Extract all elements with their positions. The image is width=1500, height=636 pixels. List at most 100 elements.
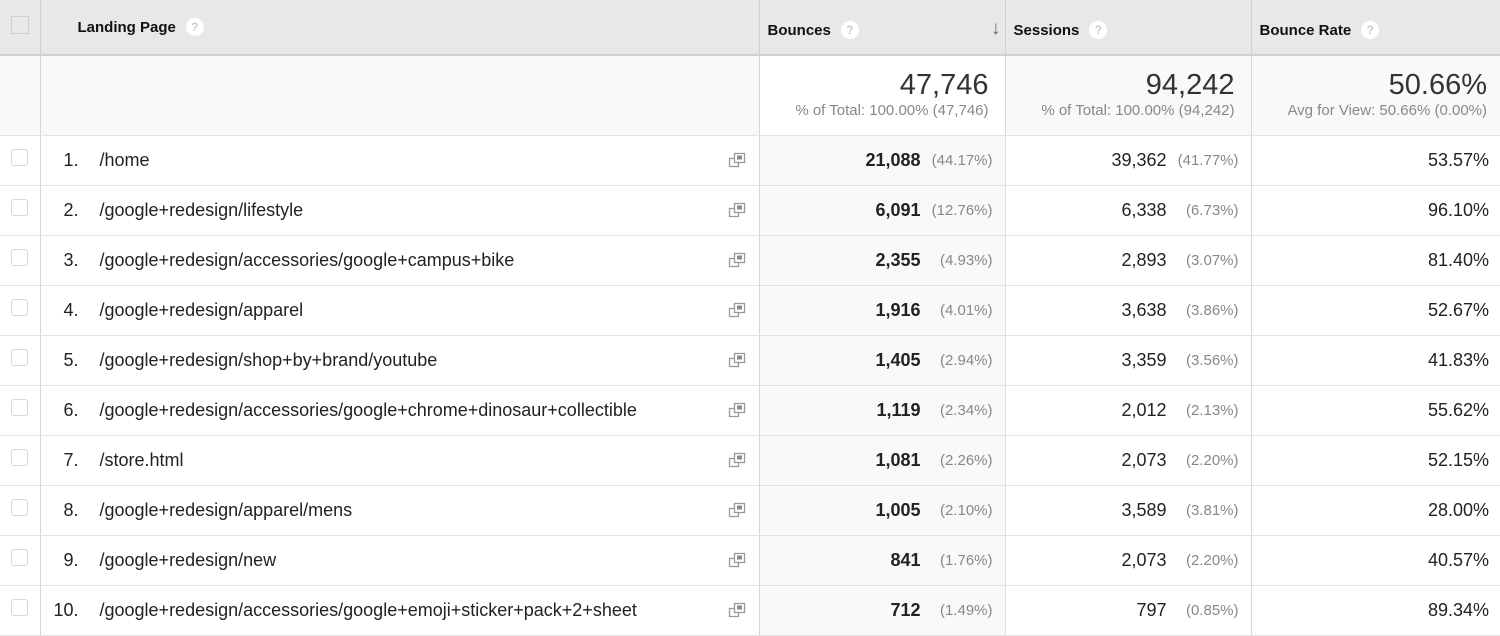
help-icon[interactable]: ? [1361,21,1379,39]
row-select-cell[interactable] [0,385,40,435]
row-checkbox[interactable] [11,299,28,316]
bounce-rate-cell: 53.57% [1251,135,1500,185]
bounces-value: 1,119 [876,400,920,421]
open-in-new-window-icon[interactable] [727,151,747,169]
sessions-value: 2,073 [1121,550,1166,571]
sort-descending-icon[interactable]: ↓ [991,18,1001,40]
row-rank: 2. [41,200,79,221]
row-select-cell[interactable] [0,585,40,635]
totals-sessions: 94,242 % of Total: 100.00% (94,242) [1005,55,1251,135]
bounce-rate-value: 81.40% [1252,250,1500,271]
row-select-cell[interactable] [0,135,40,185]
landing-page-cell: 3. /google+redesign/accessories/google+c… [40,235,759,285]
sessions-percent: (2.20%) [1167,552,1239,569]
sessions-value: 3,638 [1121,300,1166,321]
row-rank: 6. [41,400,79,421]
bounces-cell: 21,088 (44.17%) [759,135,1005,185]
landing-page-link[interactable]: /store.html [100,450,727,471]
totals-sessions-value: 94,242 [1006,69,1251,101]
sessions-value: 3,589 [1121,500,1166,521]
bounces-cell: 1,081 (2.26%) [759,435,1005,485]
landing-page-cell: 6. /google+redesign/accessories/google+c… [40,385,759,435]
row-select-cell[interactable] [0,235,40,285]
bounces-cell: 712 (1.49%) [759,585,1005,635]
table-row: 9. /google+redesign/new 841 (1.76%) 2,07… [0,535,1500,585]
table-row: 10. /google+redesign/accessories/google+… [0,585,1500,635]
row-select-cell[interactable] [0,435,40,485]
landing-page-link[interactable]: /home [100,150,727,171]
bounces-percent: (44.17%) [921,152,993,169]
row-checkbox[interactable] [11,199,28,216]
report-table: Landing Page ? Bounces ? ↓ Sessions ? [0,0,1500,636]
landing-page-link[interactable]: /google+redesign/accessories/google+chro… [100,400,727,421]
row-rank: 8. [41,500,79,521]
header-bounces[interactable]: Bounces ? ↓ [759,0,1005,55]
open-in-new-window-icon[interactable] [727,401,747,419]
table-row: 5. /google+redesign/shop+by+brand/youtub… [0,335,1500,385]
row-checkbox[interactable] [11,599,28,616]
open-in-new-window-icon[interactable] [727,251,747,269]
help-icon[interactable]: ? [841,21,859,39]
open-in-new-window-icon[interactable] [727,551,747,569]
sessions-cell: 2,893 (3.07%) [1005,235,1251,285]
header-bounce-rate[interactable]: Bounce Rate ? [1251,0,1500,55]
bounces-cell: 841 (1.76%) [759,535,1005,585]
header-sessions[interactable]: Sessions ? [1005,0,1251,55]
open-in-new-window-icon[interactable] [727,451,747,469]
bounces-value: 841 [890,550,920,571]
sessions-percent: (3.81%) [1167,502,1239,519]
bounces-percent: (1.76%) [921,552,993,569]
row-select-cell[interactable] [0,485,40,535]
open-in-new-window-icon[interactable] [727,601,747,619]
bounce-rate-value: 53.57% [1252,150,1500,171]
row-rank: 9. [41,550,79,571]
open-in-new-window-icon[interactable] [727,301,747,319]
landing-page-link[interactable]: /google+redesign/accessories/google+emoj… [100,600,727,621]
row-rank: 3. [41,250,79,271]
row-select-cell[interactable] [0,285,40,335]
header-landing-page[interactable]: Landing Page ? [40,0,759,55]
totals-bounce-rate-sub: Avg for View: 50.66% (0.00%) [1252,102,1500,119]
bounces-percent: (2.94%) [921,352,993,369]
totals-bounces-sub: % of Total: 100.00% (47,746) [760,102,1005,119]
row-select-cell[interactable] [0,535,40,585]
bounces-value: 712 [890,600,920,621]
table-row: 7. /store.html 1,081 (2.26%) 2,073 [0,435,1500,485]
landing-page-link[interactable]: /google+redesign/accessories/google+camp… [100,250,727,271]
bounces-percent: (12.76%) [921,202,993,219]
row-checkbox[interactable] [11,499,28,516]
landing-page-cell: 7. /store.html [40,435,759,485]
help-icon[interactable]: ? [186,18,204,36]
open-in-new-window-icon[interactable] [727,501,747,519]
landing-page-link[interactable]: /google+redesign/shop+by+brand/youtube [100,350,727,371]
row-checkbox[interactable] [11,349,28,366]
select-all-checkbox[interactable] [11,16,29,34]
row-select-cell[interactable] [0,185,40,235]
totals-empty-page [40,55,759,135]
landing-page-link[interactable]: /google+redesign/lifestyle [100,200,727,221]
bounces-percent: (2.10%) [921,502,993,519]
row-checkbox[interactable] [11,399,28,416]
landing-page-link[interactable]: /google+redesign/apparel [100,300,727,321]
bounces-cell: 1,119 (2.34%) [759,385,1005,435]
row-select-cell[interactable] [0,335,40,385]
landing-page-link[interactable]: /google+redesign/apparel/mens [100,500,727,521]
bounces-percent: (1.49%) [921,602,993,619]
row-checkbox[interactable] [11,549,28,566]
table-row: 2. /google+redesign/lifestyle 6,091 (12.… [0,185,1500,235]
open-in-new-window-icon[interactable] [727,201,747,219]
row-checkbox[interactable] [11,249,28,266]
bounce-rate-cell: 55.62% [1251,385,1500,435]
help-icon[interactable]: ? [1089,21,1107,39]
open-in-new-window-icon[interactable] [727,351,747,369]
row-checkbox[interactable] [11,449,28,466]
header-row: Landing Page ? Bounces ? ↓ Sessions ? [0,0,1500,55]
table-row: 1. /home 21,088 (44.17%) 39,362 ( [0,135,1500,185]
totals-bounce-rate: 50.66% Avg for View: 50.66% (0.00%) [1251,55,1500,135]
totals-sessions-sub: % of Total: 100.00% (94,242) [1006,102,1251,119]
landing-page-link[interactable]: /google+redesign/new [100,550,727,571]
header-select-all[interactable] [0,0,40,55]
bounce-rate-value: 55.62% [1252,400,1500,421]
row-checkbox[interactable] [11,149,28,166]
header-bounces-label: Bounces [768,22,831,39]
